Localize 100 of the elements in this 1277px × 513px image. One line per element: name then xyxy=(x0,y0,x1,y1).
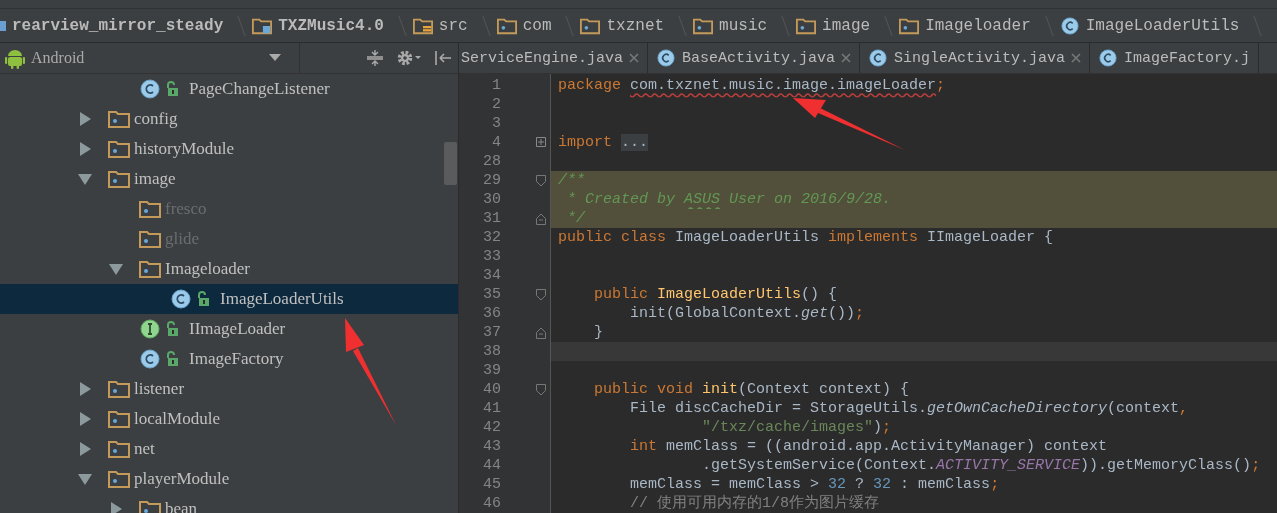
line-number: 33 xyxy=(482,247,501,266)
line-number: 39 xyxy=(482,361,501,380)
collapsed-arrow-icon[interactable] xyxy=(78,112,92,126)
class-icon xyxy=(868,49,889,67)
tree-item-label[interactable]: Imageloader xyxy=(165,259,250,279)
class-icon xyxy=(656,49,677,67)
code-line: */ xyxy=(566,209,585,228)
line-number: 37 xyxy=(482,323,501,342)
class-icon xyxy=(139,79,161,99)
tree-item-label[interactable]: ImageFactory xyxy=(189,349,284,369)
close-icon[interactable] xyxy=(1071,53,1082,63)
fold-marker-icon[interactable] xyxy=(536,288,546,301)
line-number: 30 xyxy=(482,190,501,209)
package-folder-icon xyxy=(108,109,130,129)
tree-item-label[interactable]: localModule xyxy=(134,409,220,429)
code-line: public class ImageLoaderUtils implements IImageLoader { xyxy=(558,228,1054,247)
breadcrumb-item[interactable]: com xyxy=(490,15,575,36)
tree-item-label[interactable]: IImageLoader xyxy=(189,319,286,339)
code-line: File discCacheDir = StorageUtils.getOwnCacheDirectory(context, xyxy=(629,399,1189,418)
code-line: init(GlobalContext.get()); xyxy=(629,304,865,323)
collapsed-arrow-icon[interactable] xyxy=(78,412,92,426)
fold-marker-icon[interactable] xyxy=(536,174,546,187)
fold-marker-icon[interactable] xyxy=(536,326,546,339)
package-folder-icon xyxy=(108,469,130,489)
fold-marker-icon[interactable] xyxy=(536,212,546,225)
breadcrumb-item[interactable]: Imageloader xyxy=(893,15,1054,36)
tree-item-label[interactable]: ImageLoaderUtils xyxy=(220,289,344,309)
line-number: 34 xyxy=(482,266,501,285)
tree-item-label[interactable]: config xyxy=(134,109,178,129)
editor-tab[interactable]: ServiceEngine.java xyxy=(459,43,649,73)
editor-tab[interactable]: BaseActivity.java xyxy=(648,43,861,73)
line-number: 32 xyxy=(482,228,501,247)
collapsed-arrow-icon[interactable] xyxy=(109,502,123,513)
code-line: "/txz/cache/images"); xyxy=(701,418,892,437)
line-number: 40 xyxy=(482,380,501,399)
code-line: public void init(Context context) { xyxy=(593,380,910,399)
collapsed-arrow-icon[interactable] xyxy=(78,382,92,396)
module-icon xyxy=(0,20,6,31)
collapsed-arrow-icon[interactable] xyxy=(78,442,92,456)
dropdown-arrow-icon xyxy=(269,54,281,62)
package-folder-icon xyxy=(108,379,130,399)
package-folder-icon xyxy=(139,499,161,513)
breadcrumb-item[interactable]: ImageLoaderUtils xyxy=(1053,15,1263,36)
expanded-arrow-icon[interactable] xyxy=(78,472,92,486)
line-number: 44 xyxy=(482,456,501,475)
hide-panel-icon[interactable] xyxy=(434,49,452,67)
code-editor[interactable] xyxy=(459,74,1277,513)
line-number: 36 xyxy=(482,304,501,323)
breadcrumb-item[interactable]: src xyxy=(406,15,491,36)
unlocked-padlock-icon xyxy=(165,351,179,367)
code-line: /** xyxy=(558,171,585,190)
package-folder-icon xyxy=(108,169,130,189)
line-number: 3 xyxy=(491,114,501,133)
tree-item-label[interactable]: PageChangeListener xyxy=(189,79,330,99)
breadcrumb-item[interactable]: image xyxy=(790,15,894,36)
line-number: 28 xyxy=(482,152,501,171)
folder-icon xyxy=(496,16,517,35)
code-line: package com.txznet.music.image.imageLoader; xyxy=(558,76,946,95)
line-number: 4 xyxy=(491,133,501,152)
collapse-all-icon[interactable] xyxy=(366,49,384,67)
breadcrumb-item[interactable]: txznet xyxy=(574,15,688,36)
folder-icon xyxy=(580,16,601,35)
tree-item-label[interactable]: image xyxy=(134,169,176,189)
package-folder-icon xyxy=(108,409,130,429)
code-line: } xyxy=(593,323,603,342)
unlocked-padlock-icon xyxy=(196,291,210,307)
folder-icon xyxy=(899,16,920,35)
package-folder-icon xyxy=(139,259,161,279)
interface-icon xyxy=(139,319,161,339)
expanded-arrow-icon[interactable] xyxy=(78,172,92,186)
fold-marker-icon[interactable] xyxy=(536,383,546,396)
class-icon xyxy=(170,289,192,309)
project-view-dropdown[interactable]: Android xyxy=(0,43,300,73)
line-number: 45 xyxy=(482,475,501,494)
breadcrumb-item[interactable]: TXZMusic4.0 xyxy=(246,15,407,36)
tree-item-label[interactable]: playerModule xyxy=(134,469,230,489)
code-line: // 使用可用内存的1/8作为图片缓存 xyxy=(629,494,880,513)
close-icon[interactable] xyxy=(841,53,852,63)
line-number: 2 xyxy=(491,95,501,114)
scrollbar-thumb[interactable] xyxy=(444,142,457,185)
breadcrumb-item[interactable]: rearview_mirror_steady xyxy=(0,15,247,36)
collapsed-arrow-icon[interactable] xyxy=(78,142,92,156)
line-number: 38 xyxy=(482,342,501,361)
line-number: 46 xyxy=(482,494,501,513)
folder-icon xyxy=(252,16,273,35)
breadcrumb-item[interactable]: music xyxy=(687,15,791,36)
editor-tab[interactable]: SingleActivity.java xyxy=(860,43,1091,73)
line-number: 31 xyxy=(482,209,501,228)
expanded-arrow-icon[interactable] xyxy=(109,262,123,276)
package-folder-icon xyxy=(108,139,130,159)
line-number: 29 xyxy=(482,171,501,190)
editor-tab[interactable]: ImageFactory.j xyxy=(1090,43,1260,73)
selected-tree-row[interactable]: ImageLoaderUtils xyxy=(0,284,458,314)
tree-item-label[interactable]: net xyxy=(134,439,155,459)
close-icon[interactable] xyxy=(629,53,640,63)
tree-item-label[interactable]: listener xyxy=(134,379,185,399)
expand-fold-icon[interactable] xyxy=(536,136,546,149)
line-number: 41 xyxy=(482,399,501,418)
settings-icon[interactable] xyxy=(396,49,422,67)
tree-item-label[interactable]: historyModule xyxy=(134,139,235,159)
